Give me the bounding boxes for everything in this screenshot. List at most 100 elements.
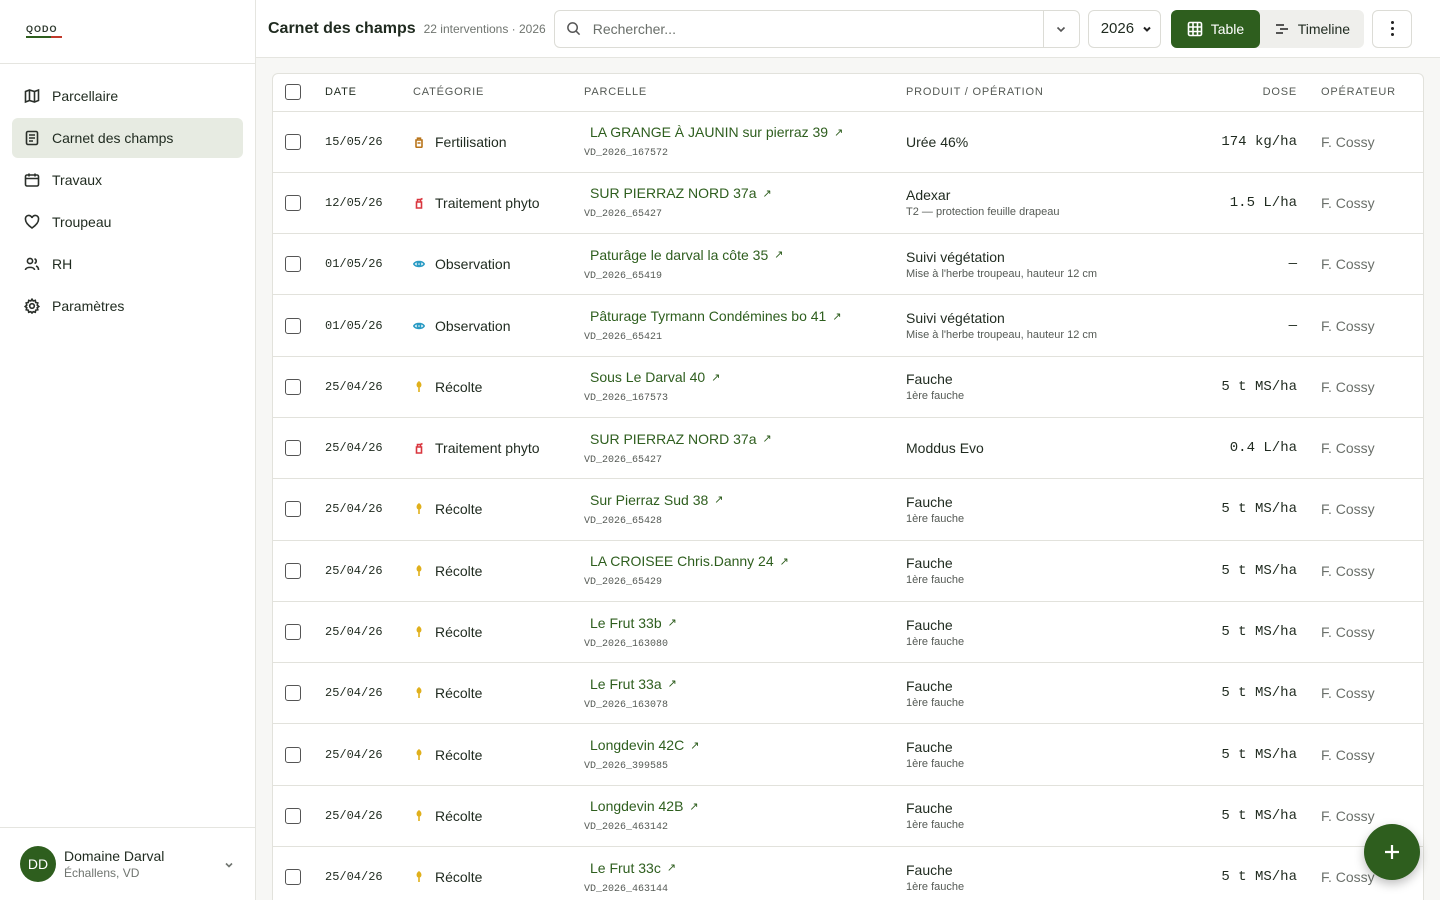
row-date: 01/05/26 xyxy=(325,233,413,296)
harvest-icon xyxy=(413,503,425,515)
row-dose: 5 t MS/ha xyxy=(1176,478,1311,541)
row-checkbox[interactable] xyxy=(285,440,301,457)
parcel-link[interactable]: Paturâge le darval la côte 35 ↗ xyxy=(584,247,783,263)
row-date: 25/04/26 xyxy=(325,478,413,541)
product-note: 1ère fauche xyxy=(906,390,965,403)
row-checkbox[interactable] xyxy=(285,562,301,579)
row-checkbox[interactable] xyxy=(285,501,301,518)
account-switcher[interactable]: DD Domaine Darval Échallens, VD xyxy=(0,827,255,900)
col-category[interactable]: CATÉGORIE xyxy=(413,74,584,112)
product-note: 1ère fauche xyxy=(906,696,965,709)
table-row[interactable]: 25/04/26 Récolte LA CROISEE Chris.Danny 24… xyxy=(273,540,1423,602)
parcel-link[interactable]: Le Frut 33a ↗ xyxy=(584,676,677,692)
category-label: Récolte xyxy=(435,807,483,824)
row-checkbox[interactable] xyxy=(285,317,301,334)
parcel-link[interactable]: Longdevin 42C ↗ xyxy=(584,737,699,753)
parcel-link[interactable]: Le Frut 33c ↗ xyxy=(584,860,676,876)
parcel-link[interactable]: LA CROISEE Chris.Danny 24 ↗ xyxy=(584,553,789,569)
row-checkbox[interactable] xyxy=(285,133,301,150)
col-dose[interactable]: DOSE xyxy=(1176,74,1311,112)
row-checkbox[interactable] xyxy=(285,256,301,273)
sidebar-item-label: Travaux xyxy=(52,172,103,188)
table-row[interactable]: 25/04/26 Récolte Le Frut 33c ↗ VD_2026_46314… xyxy=(273,846,1423,900)
table-row[interactable]: 25/04/26 Récolte Longdevin 42B ↗ VD_2026_463… xyxy=(273,785,1423,848)
sidebar-item-label: Parcellaire xyxy=(52,88,119,104)
plus-icon xyxy=(1385,845,1399,859)
category-label: Observation xyxy=(435,317,511,334)
table-row[interactable]: 25/04/26 Traitement phyto SUR PIERRAZ NORD… xyxy=(273,417,1423,480)
search-filter-dropdown[interactable] xyxy=(1042,10,1079,47)
interventions-table: DATE CATÉGORIE PARCELLE PRODUIT / OPÉRAT… xyxy=(272,73,1424,900)
table-row[interactable]: 01/05/26 Observation Paturâge le darval la… xyxy=(273,233,1423,296)
brand-logo[interactable]: QODO xyxy=(26,24,66,39)
row-dose: 5 t MS/ha xyxy=(1176,540,1311,602)
category-label: Observation xyxy=(435,256,511,273)
external-link-icon: ↗ xyxy=(779,555,789,568)
row-operator: F. Cossy xyxy=(1311,294,1423,357)
calendar-icon xyxy=(24,172,40,188)
add-intervention-button[interactable] xyxy=(1364,824,1420,880)
col-product[interactable]: PRODUIT / OPÉRATION xyxy=(906,74,1176,112)
sidebar-item-label: RH xyxy=(52,256,73,272)
heart-icon xyxy=(24,214,40,230)
col-date[interactable]: DATE xyxy=(325,74,413,112)
row-category: Récolte xyxy=(413,869,584,885)
table-row[interactable]: 12/05/26 Traitement phyto SUR PIERRAZ NORD… xyxy=(273,172,1423,235)
harvest-icon xyxy=(413,748,425,761)
table-row[interactable]: 15/05/26 Fertilisation LA GRANGE À JAUNIN … xyxy=(273,111,1423,173)
table-row[interactable]: 01/05/26 Observation Pâturage Tyrmann Cond… xyxy=(273,294,1423,357)
parcel-name: Pâturage Tyrmann Condémines bo 41 xyxy=(590,308,827,325)
parcel-name: SUR PIERRAZ NORD 37a xyxy=(590,185,757,202)
col-operator[interactable]: OPÉRATEUR xyxy=(1311,74,1423,112)
table-row[interactable]: 25/04/26 Récolte Le Frut 33b ↗ VD_2026_16308… xyxy=(273,601,1423,664)
year-select[interactable]: 2026 xyxy=(1087,9,1161,48)
sidebar-item-rh[interactable]: RH xyxy=(12,244,243,284)
parcel-link[interactable]: Sous Le Darval 40 ↗ xyxy=(584,369,720,385)
harvest-icon xyxy=(413,380,425,393)
col-parcel[interactable]: PARCELLE xyxy=(584,74,906,112)
more-options-button[interactable] xyxy=(1372,9,1413,48)
table-row[interactable]: 25/04/26 Récolte Longdevin 42C ↗ VD_2026_399… xyxy=(273,723,1423,786)
parcel-link[interactable]: Pâturage Tyrmann Condémines bo 41 ↗ xyxy=(584,308,842,324)
harvest-icon xyxy=(413,687,425,699)
sidebar-item-troupeau[interactable]: Troupeau xyxy=(12,202,243,242)
row-checkbox[interactable] xyxy=(285,869,301,886)
table-row[interactable]: 25/04/26 Récolte Sous Le Darval 40 ↗ VD_2026… xyxy=(273,356,1423,418)
parcel-id: VD_2026_65429 xyxy=(584,577,663,589)
sidebar-item-parcellaire[interactable]: Parcellaire xyxy=(12,76,243,116)
parcel-link[interactable]: Longdevin 42B ↗ xyxy=(584,798,699,814)
row-checkbox[interactable] xyxy=(285,685,301,702)
row-operator: F. Cossy xyxy=(1311,356,1423,418)
account-name: Domaine Darval xyxy=(64,848,165,864)
sidebar-item-carnet-des-champs[interactable]: Carnet des champs xyxy=(12,118,243,158)
sidebar-item-travaux[interactable]: Travaux xyxy=(12,160,243,200)
parcel-link[interactable]: Le Frut 33b ↗ xyxy=(584,615,677,631)
external-link-icon: ↗ xyxy=(689,800,699,813)
product-name: Fauche xyxy=(906,616,953,633)
sidebar-item-param-tres[interactable]: Paramètres xyxy=(12,286,243,326)
select-all-checkbox[interactable] xyxy=(285,84,301,101)
external-link-icon: ↗ xyxy=(690,739,700,752)
row-operator: F. Cossy xyxy=(1311,478,1423,541)
map-icon xyxy=(24,88,40,104)
row-checkbox[interactable] xyxy=(285,194,301,211)
row-checkbox[interactable] xyxy=(285,378,301,395)
users-icon xyxy=(24,256,40,272)
row-checkbox[interactable] xyxy=(285,746,301,763)
row-date: 01/05/26 xyxy=(325,294,413,357)
parcel-link[interactable]: Sur Pierraz Sud 38 ↗ xyxy=(584,492,724,508)
product-name: Fauche xyxy=(906,493,953,510)
parcel-link[interactable]: LA GRANGE À JAUNIN sur pierraz 39 ↗ xyxy=(584,124,843,140)
view-table-button[interactable]: Table xyxy=(1170,9,1260,48)
row-checkbox[interactable] xyxy=(285,807,301,824)
row-checkbox[interactable] xyxy=(285,624,301,641)
view-timeline-button[interactable]: Timeline xyxy=(1260,10,1364,48)
row-operator: F. Cossy xyxy=(1311,601,1423,664)
row-category: Traitement phyto xyxy=(413,195,584,211)
product-note: 1ère fauche xyxy=(906,635,965,648)
search-input[interactable] xyxy=(592,10,1043,47)
table-row[interactable]: 25/04/26 Récolte Sur Pierraz Sud 38 ↗ VD_202… xyxy=(273,478,1423,541)
parcel-link[interactable]: SUR PIERRAZ NORD 37a ↗ xyxy=(584,185,772,201)
table-row[interactable]: 25/04/26 Récolte Le Frut 33a ↗ VD_2026_16307… xyxy=(273,662,1423,725)
parcel-link[interactable]: SUR PIERRAZ NORD 37a ↗ xyxy=(584,431,772,447)
